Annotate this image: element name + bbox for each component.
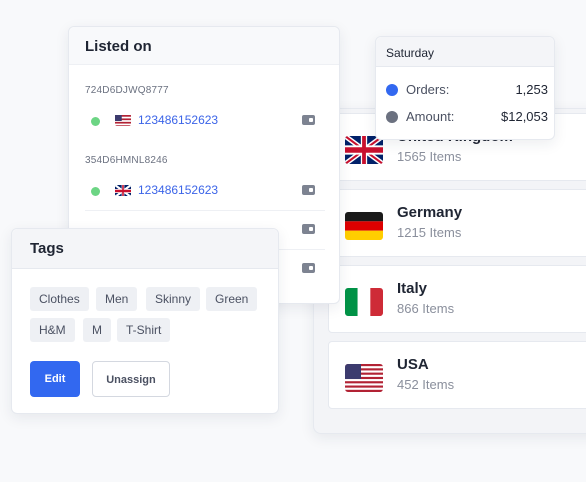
amount-value: $12,053 <box>501 109 548 124</box>
tag-chip[interactable]: H&M <box>30 318 75 342</box>
country-items-count: 452 Items <box>397 377 455 392</box>
listing-id-link[interactable]: 123486152623 <box>138 183 218 197</box>
italy-flag-icon <box>345 288 383 316</box>
orders-value: 1,253 <box>515 82 548 97</box>
orders-label: Orders: <box>406 82 450 97</box>
tag-chip[interactable]: T-Shirt <box>117 318 171 342</box>
unassign-button[interactable]: Unassign <box>92 361 170 397</box>
usa-flag-icon <box>345 364 383 392</box>
amount-legend-dot-icon <box>386 111 398 123</box>
country-name: Italy <box>397 280 428 297</box>
wallet-icon[interactable] <box>302 224 315 234</box>
tag-chip[interactable]: Clothes <box>30 287 89 311</box>
amount-label: Amount: <box>406 109 455 124</box>
tags-card: Tags Clothes Men Skinny Green H&M M T-Sh… <box>11 228 279 414</box>
tooltip-day: Saturday <box>376 37 554 67</box>
tooltip-orders-row: Orders: 1,253 <box>386 81 548 101</box>
usa-flag-icon <box>115 114 131 126</box>
wallet-icon[interactable] <box>302 185 315 195</box>
tag-chip[interactable]: Skinny <box>146 287 201 311</box>
tag-chip[interactable]: M <box>83 318 111 342</box>
country-name: Germany <box>397 204 463 221</box>
countries-panel: United Kingdom 1565 Items Germany 1215 I… <box>313 108 586 434</box>
country-items-count: 1565 Items <box>397 149 462 164</box>
sku-label: 354D6HMNL8246 <box>85 155 168 166</box>
country-name: USA <box>397 356 429 373</box>
country-items-count: 866 Items <box>397 301 455 316</box>
germany-flag-icon <box>345 212 383 240</box>
wallet-icon[interactable] <box>302 115 315 125</box>
uk-flag-icon <box>115 184 131 196</box>
status-dot-icon <box>91 117 100 126</box>
country-row-usa[interactable]: USA 452 Items <box>328 341 586 409</box>
orders-legend-dot-icon <box>386 84 398 96</box>
tooltip-amount-row: Amount: $12,053 <box>386 108 548 128</box>
country-items-count: 1215 Items <box>397 225 462 240</box>
country-row-italy[interactable]: Italy 866 Items <box>328 265 586 333</box>
wallet-icon[interactable] <box>302 263 315 273</box>
chart-tooltip: Saturday Orders: 1,253 Amount: $12,053 <box>375 36 555 140</box>
tags-title: Tags <box>12 229 278 269</box>
edit-button[interactable]: Edit <box>30 361 80 397</box>
listing-row[interactable]: 123486152623 <box>85 172 325 210</box>
tag-chip[interactable]: Green <box>206 287 258 311</box>
tag-chip[interactable]: Men <box>96 287 138 311</box>
uk-flag-icon <box>345 136 383 164</box>
listing-id-link[interactable]: 123486152623 <box>138 113 218 127</box>
country-row-germany[interactable]: Germany 1215 Items <box>328 189 586 257</box>
listing-row[interactable]: 123486152623 <box>85 102 325 140</box>
status-dot-icon <box>91 187 100 196</box>
sku-label: 724D6DJWQ8777 <box>85 85 169 96</box>
listed-on-title: Listed on <box>69 27 339 65</box>
